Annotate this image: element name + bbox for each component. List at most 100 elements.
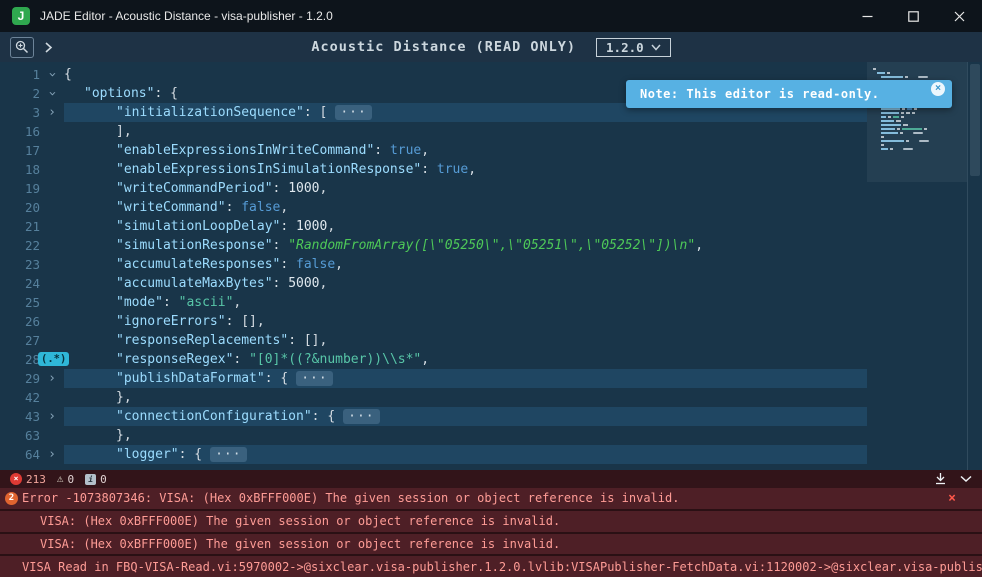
gutter: 26 — [0, 312, 64, 331]
console-row[interactable]: VISA: (Hex 0xBFFF000E) The given session… — [0, 534, 982, 555]
line-number: 25 — [0, 293, 40, 312]
minimize-button[interactable] — [844, 0, 890, 32]
fold-collapsed-icon[interactable]: › — [48, 103, 56, 122]
info-count-group[interactable]: i 0 — [85, 473, 107, 486]
gutter: 43› — [0, 407, 64, 426]
line-number: 19 — [0, 179, 40, 198]
gutter: 1› — [0, 65, 64, 84]
console-row[interactable]: VISA: (Hex 0xBFFF000E) The given session… — [0, 511, 982, 532]
editor-line[interactable]: 28(.*)"responseRegex": "[0]*((?&number))… — [0, 350, 867, 369]
editor-area: 1›{2›"options": {3›"initializationSequen… — [0, 62, 982, 470]
gutter: 2› — [0, 84, 64, 103]
maximize-button[interactable] — [890, 0, 936, 32]
fold-gutter — [40, 217, 64, 236]
gutter: 28(.*) — [0, 350, 64, 369]
line-number: 17 — [0, 141, 40, 160]
editor-line[interactable]: 23 "accumulateResponses": false, — [0, 255, 867, 274]
line-number: 24 — [0, 274, 40, 293]
gutter: 25 — [0, 293, 64, 312]
editor-line[interactable]: 17"enableExpressionsInWriteCommand": tru… — [0, 141, 867, 160]
fold-collapsed-icon[interactable]: › — [48, 445, 56, 464]
editor-line[interactable]: 16], — [0, 122, 867, 141]
gutter: 21 — [0, 217, 64, 236]
console-row[interactable]: 2Error -1073807346: VISA: (Hex 0xBFFF000… — [0, 488, 982, 509]
editor-line[interactable]: 19 "writeCommandPeriod": 1000, — [0, 179, 867, 198]
editor-line[interactable]: 26"ignoreErrors": [], — [0, 312, 867, 331]
scrollbar-thumb[interactable] — [970, 64, 980, 176]
fold-gutter: › — [40, 84, 64, 103]
window-controls — [844, 0, 982, 32]
fold-collapsed-icon[interactable]: › — [48, 369, 56, 388]
code-text: "writeCommand": false, — [64, 198, 867, 217]
line-number: 64 — [0, 445, 40, 464]
editor-line[interactable]: 64 › "logger": {··· — [0, 445, 867, 464]
fold-gutter — [40, 122, 64, 141]
fold-expanded-icon[interactable]: › — [42, 90, 61, 98]
line-number: 1 — [0, 65, 40, 84]
line-number: 23 — [0, 255, 40, 274]
zoom-in-button[interactable] — [10, 37, 34, 58]
line-number: 21 — [0, 217, 40, 236]
line-number: 20 — [0, 198, 40, 217]
info-icon: i — [85, 474, 96, 485]
editor-line[interactable]: 43›"connectionConfiguration": {··· — [0, 407, 867, 426]
code-text: "accumulateResponses": false, — [64, 255, 867, 274]
editor-line[interactable]: 25"mode": "ascii", — [0, 293, 867, 312]
close-button[interactable] — [936, 0, 982, 32]
line-number: 63 — [0, 426, 40, 445]
collapse-panel-icon[interactable] — [960, 475, 972, 483]
fold-gutter: › — [40, 103, 64, 122]
version-dropdown[interactable]: 1.2.0 — [596, 38, 671, 57]
warning-count: 0 — [68, 473, 75, 486]
regex-lens-badge: (.*) — [38, 352, 69, 366]
fold-expanded-icon[interactable]: › — [42, 71, 61, 79]
editor-line[interactable]: 22"simulationResponse": "RandomFromArray… — [0, 236, 867, 255]
editor-line[interactable]: 18"enableExpressionsInSimulationResponse… — [0, 160, 867, 179]
vertical-scrollbar[interactable] — [967, 62, 982, 470]
code-text: "simulationLoopDelay": 1000, — [64, 217, 867, 236]
fold-gutter — [40, 388, 64, 407]
code-text: "logger": {··· — [64, 445, 867, 464]
gutter: 23 — [0, 255, 64, 274]
code-text: "publishDataFormat": {··· — [64, 369, 867, 388]
error-console: 2Error -1073807346: VISA: (Hex 0xBFFF000… — [0, 488, 982, 577]
console-message: VISA: (Hex 0xBFFF000E) The given session… — [40, 537, 560, 551]
document-title: Acoustic Distance (READ ONLY) — [311, 39, 576, 55]
fold-gutter — [40, 331, 64, 350]
code-text: }, — [64, 388, 867, 407]
gutter: 19 — [0, 179, 64, 198]
toast-close-icon[interactable]: × — [931, 82, 945, 96]
code-text: "writeCommandPeriod": 1000, — [64, 179, 867, 198]
line-number: 42 — [0, 388, 40, 407]
console-row[interactable]: VISA Read in FBQ-VISA-Read.vi:5970002->@… — [0, 556, 982, 577]
editor-line[interactable]: 27"responseReplacements": [], — [0, 331, 867, 350]
fold-collapsed-icon[interactable]: › — [48, 407, 56, 426]
fold-gutter: › — [40, 369, 64, 388]
code-lines[interactable]: 1›{2›"options": {3›"initializationSequen… — [0, 62, 867, 470]
editor-line[interactable]: 42}, — [0, 388, 867, 407]
error-count-group[interactable]: × 213 — [10, 473, 46, 486]
fold-gutter — [40, 274, 64, 293]
gutter: 3› — [0, 103, 64, 122]
console-close-icon[interactable]: × — [948, 492, 956, 505]
code-text: "enableExpressionsInSimulationResponse":… — [64, 160, 867, 179]
editor-line[interactable]: 21 "simulationLoopDelay": 1000, — [0, 217, 867, 236]
code-text: "responseReplacements": [], — [64, 331, 867, 350]
warning-count-group[interactable]: ⚠ 0 — [57, 473, 74, 486]
gutter: 22 — [0, 236, 64, 255]
scroll-to-bottom-icon[interactable] — [935, 473, 946, 485]
next-chevron-icon[interactable] — [44, 41, 53, 54]
editor-line[interactable]: 20 "writeCommand": false, — [0, 198, 867, 217]
line-number: 26 — [0, 312, 40, 331]
gutter: 20 — [0, 198, 64, 217]
editor-line[interactable]: 24"accumulateMaxBytes": 5000, — [0, 274, 867, 293]
editor-line[interactable]: 63}, — [0, 426, 867, 445]
warning-icon: ⚠ — [57, 473, 64, 485]
minimap[interactable] — [867, 62, 967, 470]
window-title: JADE Editor - Acoustic Distance - visa-p… — [40, 9, 333, 23]
editor-line[interactable]: 29›"publishDataFormat": {··· — [0, 369, 867, 388]
fold-gutter — [40, 255, 64, 274]
problems-actions — [935, 473, 972, 485]
app-window: J JADE Editor - Acoustic Distance - visa… — [0, 0, 982, 577]
readonly-toast: Note: This editor is read-only. × — [626, 80, 952, 108]
